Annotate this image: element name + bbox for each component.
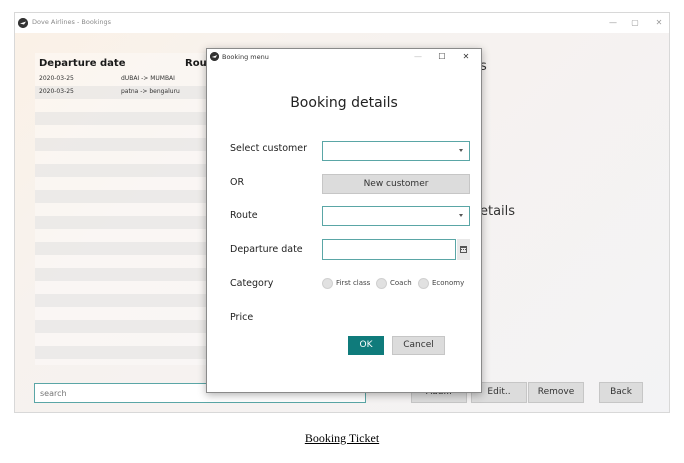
- calendar-icon[interactable]: [457, 239, 470, 260]
- title-bar: Dove Airlines - Bookings — ▢ ✕: [15, 13, 669, 33]
- maximize-icon[interactable]: ☐: [433, 51, 451, 63]
- dialog-title-bar: Booking menu — ☐ ✕: [207, 49, 481, 65]
- departure-date-input[interactable]: [322, 239, 456, 260]
- select-customer-label: Select customer: [230, 143, 308, 154]
- route-select[interactable]: [322, 206, 470, 226]
- app-icon: [210, 52, 219, 61]
- cell-departure-date: 2020-03-25: [39, 75, 74, 82]
- remove-button[interactable]: Remove: [528, 382, 584, 403]
- close-icon[interactable]: ✕: [649, 16, 669, 30]
- column-header-departure-date[interactable]: Departure date: [39, 58, 125, 69]
- radio-button[interactable]: [418, 278, 429, 289]
- new-customer-button[interactable]: New customer: [322, 174, 470, 194]
- maximize-icon[interactable]: ▢: [625, 16, 645, 30]
- cell-route: dUBAI -> MUMBAI: [121, 75, 175, 82]
- dialog-heading: Booking details: [290, 95, 398, 111]
- cell-route: patna -> bengaluru: [121, 88, 180, 95]
- cell-departure-date: 2020-03-25: [39, 88, 74, 95]
- figure-caption: Booking Ticket: [304, 431, 380, 445]
- booking-dialog: Booking menu — ☐ ✕ Booking details Selec…: [206, 48, 482, 393]
- category-label: Category: [230, 278, 274, 289]
- customer-select[interactable]: [322, 141, 470, 161]
- radio-button[interactable]: [322, 278, 333, 289]
- chevron-down-icon: [459, 214, 463, 217]
- back-button[interactable]: Back: [599, 382, 643, 403]
- chevron-down-icon: [459, 149, 463, 152]
- close-icon[interactable]: ✕: [457, 51, 475, 63]
- minimize-icon[interactable]: —: [603, 16, 623, 30]
- route-label: Route: [230, 210, 258, 221]
- window-title: Dove Airlines - Bookings: [32, 18, 112, 26]
- departure-date-label: Departure date: [230, 244, 303, 255]
- minimize-icon[interactable]: —: [409, 51, 427, 63]
- radio-button[interactable]: [376, 278, 387, 289]
- ok-button[interactable]: OK: [348, 336, 384, 355]
- details-heading-partial: etails: [480, 204, 516, 219]
- or-label: OR: [230, 177, 245, 188]
- app-icon: [18, 18, 28, 28]
- price-label: Price: [230, 312, 254, 323]
- cancel-button[interactable]: Cancel: [392, 336, 445, 355]
- dialog-title: Booking menu: [222, 53, 269, 61]
